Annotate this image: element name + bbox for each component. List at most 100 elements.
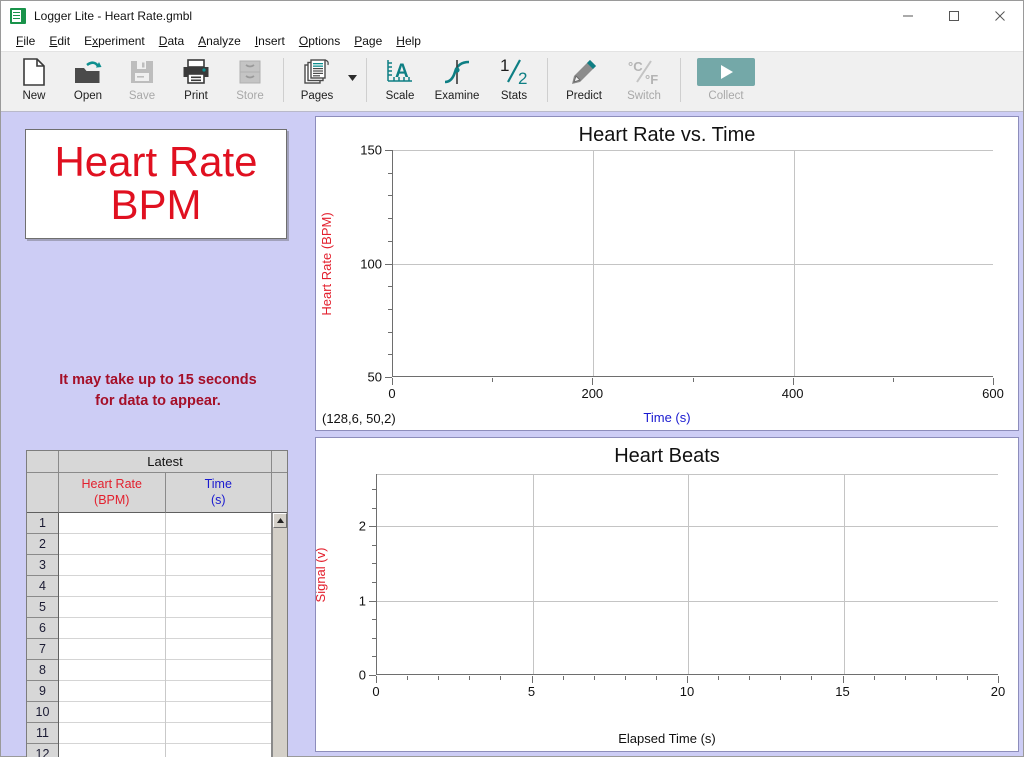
table-cell-time[interactable] bbox=[165, 639, 271, 660]
x-axis-tick bbox=[655, 676, 657, 680]
table-vertical-scrollbar[interactable] bbox=[272, 513, 287, 757]
instruction-note: It may take up to 15 seconds for data to… bbox=[13, 370, 303, 412]
table-cell-time[interactable] bbox=[166, 744, 272, 757]
table-cell-time[interactable] bbox=[165, 534, 271, 555]
x-axis-tick-label: 0 bbox=[372, 684, 380, 699]
column-header-time[interactable]: Time (s) bbox=[165, 473, 272, 513]
toolbar-scale-label: Scale bbox=[385, 90, 415, 102]
x-axis-tick bbox=[492, 378, 494, 382]
x-axis-tick bbox=[811, 676, 813, 680]
table-cell-time[interactable] bbox=[165, 723, 271, 744]
toolbar-examine-button[interactable]: Examine bbox=[427, 52, 487, 110]
menu-help[interactable]: Help bbox=[389, 33, 428, 50]
menu-experiment[interactable]: Experiment bbox=[77, 33, 152, 50]
table-cell-heart-rate[interactable] bbox=[59, 513, 165, 534]
x-axis-tick bbox=[438, 676, 440, 680]
heart-rate-banner: Heart Rate BPM bbox=[25, 129, 287, 239]
x-axis-tick bbox=[904, 676, 906, 680]
table-row-number: 10 bbox=[27, 702, 58, 723]
gridline-vertical bbox=[532, 474, 534, 674]
menu-options[interactable]: Options bbox=[292, 33, 347, 50]
banner-line-2: BPM bbox=[110, 181, 202, 228]
y-axis-tick bbox=[388, 331, 392, 333]
x-axis-tick-label: 0 bbox=[388, 386, 396, 401]
menu-analyze[interactable]: Analyze bbox=[191, 33, 248, 50]
table-cell-heart-rate[interactable] bbox=[59, 660, 165, 681]
toolbar-print-button[interactable]: Print bbox=[169, 52, 223, 110]
table-cell-time[interactable] bbox=[165, 681, 271, 702]
toolbar-pages-button[interactable]: Pages bbox=[290, 52, 344, 110]
y-axis-tick bbox=[372, 544, 376, 546]
heart-rate-graph-panel[interactable]: Heart Rate vs. Time Heart Rate (BPM) Tim… bbox=[315, 116, 1019, 431]
x-axis-tick bbox=[873, 676, 875, 680]
maximize-button[interactable] bbox=[931, 1, 977, 31]
heart-beats-graph-panel[interactable]: Heart Beats Signal (v) Elapsed Time (s) … bbox=[315, 437, 1019, 752]
x-axis-tick bbox=[592, 378, 594, 385]
toolbar-switch-button[interactable]: °C °F Switch bbox=[614, 52, 674, 110]
toolbar-scale-button[interactable]: A Scale bbox=[373, 52, 427, 110]
table-cell-heart-rate[interactable] bbox=[59, 723, 165, 744]
table-cell-heart-rate[interactable] bbox=[59, 576, 165, 597]
toolbar-open-button[interactable]: Open bbox=[61, 52, 115, 110]
menu-insert[interactable]: Insert bbox=[248, 33, 292, 50]
menu-bar: File Edit Experiment Data Analyze Insert… bbox=[1, 31, 1023, 52]
table-column-time-cells[interactable] bbox=[165, 513, 272, 757]
y-axis-tick bbox=[388, 218, 392, 220]
toolbar-separator-3 bbox=[547, 58, 548, 102]
menu-page[interactable]: Page bbox=[347, 33, 389, 50]
toolbar-examine-label: Examine bbox=[434, 90, 480, 102]
y-axis-tick bbox=[388, 172, 392, 174]
y-axis-tick bbox=[372, 581, 376, 583]
minimize-button[interactable] bbox=[885, 1, 931, 31]
table-cell-heart-rate[interactable] bbox=[59, 597, 165, 618]
table-column-heart-rate-cells[interactable] bbox=[59, 513, 166, 757]
heart-rate-plot-area[interactable] bbox=[392, 150, 993, 377]
x-axis-tick-label: 5 bbox=[527, 684, 536, 699]
table-cell-heart-rate[interactable] bbox=[59, 618, 165, 639]
table-cell-heart-rate[interactable] bbox=[59, 534, 165, 555]
heart-beats-plot-area[interactable] bbox=[376, 474, 998, 675]
y-axis-tick bbox=[388, 308, 392, 310]
toolbar-separator-1 bbox=[283, 58, 284, 102]
toolbar-predict-label: Predict bbox=[566, 90, 602, 102]
table-cells[interactable] bbox=[59, 513, 272, 757]
menu-edit[interactable]: Edit bbox=[42, 33, 77, 50]
y-axis-tick bbox=[372, 656, 376, 658]
table-cell-heart-rate[interactable] bbox=[59, 681, 165, 702]
table-cell-time[interactable] bbox=[165, 597, 271, 618]
x-axis-tick bbox=[718, 676, 720, 680]
table-cell-time[interactable] bbox=[165, 513, 271, 534]
close-button[interactable] bbox=[977, 1, 1023, 31]
table-cell-heart-rate[interactable] bbox=[59, 555, 165, 576]
y-axis-tick-label: 150 bbox=[360, 142, 382, 158]
note-line-1: It may take up to 15 seconds bbox=[59, 372, 257, 388]
y-axis-tick bbox=[372, 637, 376, 639]
column-header-time-name: Time bbox=[204, 476, 232, 491]
column-header-heart-rate[interactable]: Heart Rate (BPM) bbox=[59, 473, 166, 513]
menu-file[interactable]: File bbox=[9, 33, 42, 50]
toolbar-stats-button[interactable]: 12 Stats bbox=[487, 52, 541, 110]
heart-rate-graph-xlabel: Time (s) bbox=[643, 410, 691, 425]
scroll-up-arrow-icon[interactable] bbox=[273, 513, 287, 528]
toolbar-collect-button[interactable]: Collect bbox=[687, 52, 765, 110]
chevron-down-icon[interactable] bbox=[344, 52, 360, 110]
y-axis-tick bbox=[372, 619, 376, 621]
table-cell-time[interactable] bbox=[165, 576, 271, 597]
table-cell-time[interactable] bbox=[165, 618, 271, 639]
toolbar-save-button[interactable]: Save bbox=[115, 52, 169, 110]
open-folder-icon bbox=[73, 57, 103, 87]
table-cell-heart-rate[interactable] bbox=[59, 702, 165, 723]
table-cell-heart-rate[interactable] bbox=[59, 639, 165, 660]
toolbar-new-button[interactable]: New bbox=[7, 52, 61, 110]
toolbar-separator-4 bbox=[680, 58, 681, 102]
toolbar-store-button[interactable]: Store bbox=[223, 52, 277, 110]
table-cell-time[interactable] bbox=[165, 555, 271, 576]
table-group-header-latest[interactable]: Latest bbox=[59, 451, 272, 473]
table-cell-time[interactable] bbox=[165, 660, 271, 681]
toolbar-switch-label: Switch bbox=[627, 90, 661, 102]
menu-data[interactable]: Data bbox=[152, 33, 191, 50]
table-cell-heart-rate[interactable] bbox=[59, 744, 165, 757]
toolbar-predict-button[interactable]: Predict bbox=[554, 52, 614, 110]
table-cell-time[interactable] bbox=[165, 702, 271, 723]
data-table[interactable]: Latest Heart Rate (BPM) Time (s) 1 2 3 4… bbox=[26, 450, 288, 757]
